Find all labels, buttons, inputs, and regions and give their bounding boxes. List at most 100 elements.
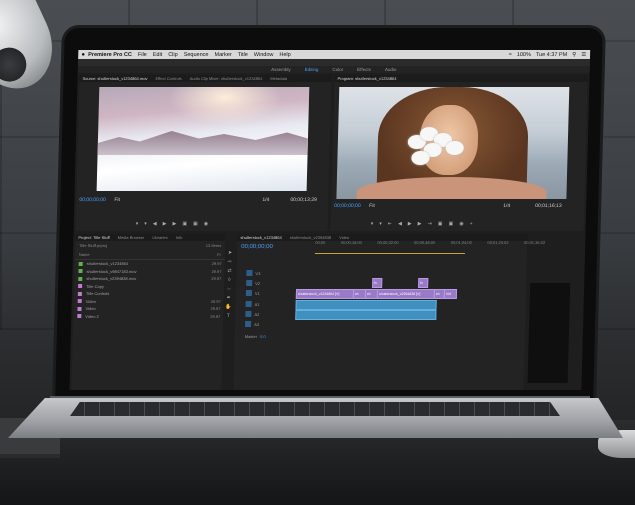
menu-app-name[interactable]: Premiere Pro CC — [88, 52, 132, 58]
clock[interactable]: Tue 4:37 PM — [536, 52, 567, 58]
insert-icon[interactable]: ▣ — [182, 221, 187, 228]
tab-sequence-1[interactable]: shutterstock_v1234864 — [240, 234, 282, 241]
video-clip[interactable]: Vid — [443, 289, 458, 299]
tab-effect-controls[interactable]: Effect Controls — [155, 75, 181, 82]
project-item[interactable]: shutterstock_v1234864 29.97 — [75, 260, 225, 268]
prog-go-out-icon[interactable]: ⇥ — [427, 221, 431, 228]
extract-icon[interactable]: ▣ — [448, 221, 453, 228]
play-icon[interactable]: ▶ — [163, 221, 167, 228]
workspace-tab-color[interactable]: Color — [332, 66, 343, 73]
project-item[interactable]: Video 29.97 — [73, 305, 223, 313]
window-title-bar — [77, 59, 591, 66]
video-clip[interactable]: shutterstock_v1234864 [V] — [295, 289, 355, 299]
menu-file[interactable]: File — [138, 52, 147, 58]
track-a3-header[interactable]: A3 — [245, 320, 293, 328]
project-item-count: 13 Items — [205, 243, 222, 248]
menu-marker[interactable]: Marker — [214, 52, 231, 58]
prog-camera-icon[interactable]: ◉ — [459, 221, 464, 228]
prog-step-forward-icon[interactable]: ▶ — [418, 221, 422, 228]
tab-media-browser[interactable]: Media Browser — [118, 234, 145, 241]
laptop-bezel: ● Premiere Pro CC File Edit Clip Sequenc… — [55, 28, 603, 400]
source-timecode[interactable]: 00;00;00;00 — [79, 197, 106, 203]
menu-window[interactable]: Window — [254, 52, 274, 58]
master-track-header[interactable]: Master 0.0 — [245, 332, 293, 340]
prog-mark-in-icon[interactable]: ▾ — [371, 221, 374, 228]
battery-label[interactable]: 100% — [517, 52, 531, 58]
audio-clip[interactable] — [295, 310, 437, 320]
razor-icon[interactable]: ◊ — [228, 277, 231, 283]
project-item[interactable]: Title Controls — [74, 290, 224, 298]
menu-edit[interactable]: Edit — [153, 52, 163, 58]
step-back-icon[interactable]: ◀ — [153, 221, 157, 228]
program-scale[interactable]: 1/4 — [503, 203, 510, 209]
menu-clip[interactable]: Clip — [168, 52, 178, 58]
mark-out-icon[interactable]: ▾ — [144, 221, 147, 228]
slip-icon[interactable]: ⇔ — [226, 286, 231, 292]
tab-info[interactable]: Info — [176, 234, 183, 241]
project-panel: Project: Title Stuff Media Browser Libra… — [71, 234, 226, 390]
apple-icon[interactable]: ● — [78, 52, 88, 58]
ruler-tick: 00;00 — [315, 240, 326, 245]
type-icon[interactable]: T — [227, 313, 230, 319]
tab-metadata[interactable]: Metadata — [270, 75, 287, 82]
source-scale[interactable]: 1/4 — [262, 197, 269, 203]
workspace-tab-editing[interactable]: Editing — [305, 66, 319, 73]
ripple-edit-icon[interactable]: ⇄ — [227, 268, 231, 274]
prog-mark-out-icon[interactable]: ▾ — [379, 221, 382, 228]
project-item-rate: 29.97 — [210, 313, 221, 319]
tab-libraries[interactable]: Libraries — [152, 234, 168, 241]
workspace-tab-effects[interactable]: Effects — [357, 66, 371, 73]
tab-program[interactable]: Program: shutterstock_v1234864 — [337, 75, 396, 82]
work-area-bar[interactable] — [314, 253, 465, 254]
project-item[interactable]: Title Copy — [74, 283, 224, 291]
source-fit-select[interactable]: Fit — [114, 197, 120, 203]
audio-clip[interactable] — [295, 300, 437, 310]
timeline-ruler[interactable]: 00;00 00;00;16;00 00;00;32;00 00;00;48;0… — [315, 240, 545, 247]
list-icon[interactable]: ☰ — [581, 52, 586, 58]
project-item[interactable]: shutterstock_v9847183.mov 29.97 — [74, 268, 224, 276]
step-forward-icon[interactable]: ▶ — [172, 221, 176, 228]
selection-tool-icon[interactable]: ➤ — [228, 250, 232, 256]
lift-icon[interactable]: ▣ — [438, 221, 443, 228]
menu-title[interactable]: Title — [238, 52, 248, 58]
tab-audio-clip-mixer[interactable]: Audio Clip Mixer: shutterstock_v1234864 — [190, 75, 263, 82]
tab-source[interactable]: Source: shutterstock_v1234864.mov — [82, 75, 147, 82]
track-a2-header[interactable]: A2 — [245, 310, 293, 318]
prog-step-back-icon[interactable]: ◀ — [398, 221, 402, 228]
track-v3-header[interactable]: V3 — [246, 269, 294, 277]
workspace-tab-audio[interactable]: Audio — [385, 66, 397, 73]
pen-icon[interactable]: ✒ — [227, 295, 231, 301]
column-name[interactable]: Name — [79, 252, 90, 257]
prog-go-in-icon[interactable]: ⇤ — [388, 221, 392, 228]
project-item[interactable]: Video 29.97 — [74, 298, 224, 306]
track-a1-header[interactable]: A1 — [245, 300, 294, 308]
menu-sequence[interactable]: Sequence — [184, 52, 209, 58]
overwrite-icon[interactable]: ▣ — [193, 221, 198, 228]
source-video-frame[interactable] — [96, 87, 310, 191]
tab-project[interactable]: Project: Title Stuff — [78, 234, 109, 241]
prog-play-icon[interactable]: ▶ — [408, 221, 412, 228]
workspace-tab-assembly[interactable]: Assembly — [271, 66, 291, 73]
project-item-name: Title Controls — [85, 291, 110, 297]
program-timecode[interactable]: 00;00;00;00 — [334, 203, 361, 209]
project-item[interactable]: Video 2 29.97 — [73, 313, 223, 321]
fx-badge[interactable]: fx — [372, 278, 383, 288]
hand-icon[interactable]: ✋ — [225, 304, 231, 310]
track-v1-header[interactable]: V1 — [245, 289, 294, 297]
menu-help[interactable]: Help — [279, 52, 290, 58]
column-frame-rate[interactable]: Fr — [217, 252, 221, 257]
track-select-icon[interactable]: ⇨ — [228, 259, 232, 265]
mark-in-icon[interactable]: ▾ — [136, 221, 139, 228]
add-icon[interactable]: + — [469, 221, 473, 228]
project-item-name: Video — [85, 298, 96, 304]
program-video-frame[interactable] — [336, 87, 570, 199]
video-clip[interactable]: shutterstock_v2394838 [V] — [376, 289, 436, 299]
search-icon[interactable]: ⚲ — [572, 52, 576, 58]
fx-badge[interactable]: fx — [418, 278, 429, 288]
track-v2-header[interactable]: V2 — [246, 279, 294, 287]
camera-icon[interactable]: ◉ — [204, 221, 209, 228]
program-fit-select[interactable]: Fit — [369, 203, 375, 209]
wifi-icon[interactable]: ≈ — [509, 52, 512, 58]
timeline-timecode[interactable]: 00;00;00;00 — [241, 244, 273, 250]
project-item[interactable]: shutterstock_v2394838.mov 29.97 — [74, 275, 224, 283]
